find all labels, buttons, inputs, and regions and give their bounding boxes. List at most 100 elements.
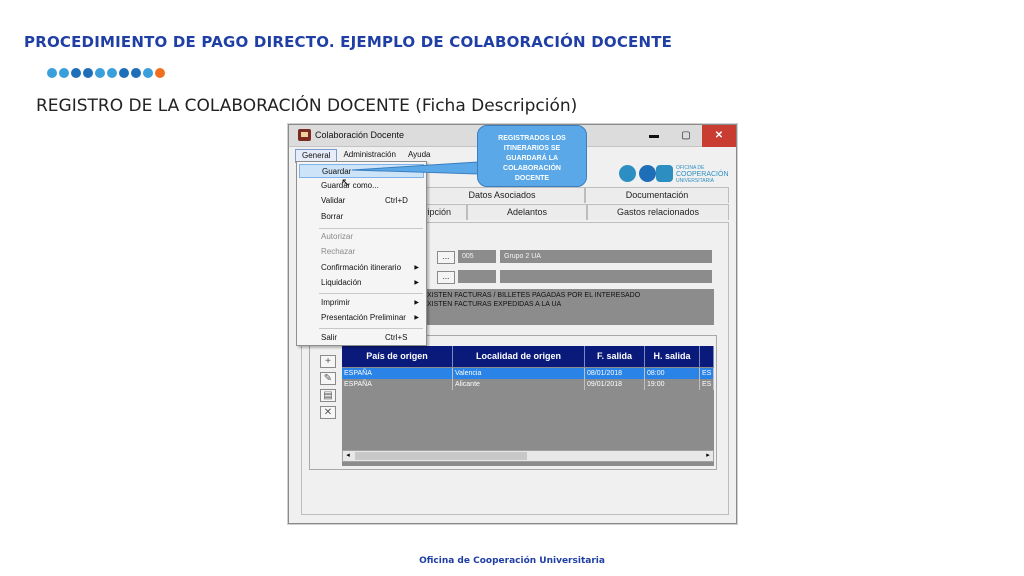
logo-text: OFICINA DE COOPERACIÓN UNIVERSITARIA [676, 165, 729, 184]
cell-fecha: 09/01/2018 [585, 379, 645, 390]
menu-item-rechazar: Rechazar [299, 245, 424, 259]
decorative-dot [83, 68, 93, 78]
col-fecha-salida[interactable]: F. salida [585, 346, 645, 367]
window-title: Colaboración Docente [315, 130, 405, 140]
code-field-2[interactable] [458, 270, 496, 283]
name-field-2[interactable] [500, 270, 712, 283]
col-localidad-origen[interactable]: Localidad de origen [453, 346, 585, 367]
cell-extra: ES [700, 379, 714, 390]
submenu-arrow-icon: ▶ [414, 280, 419, 286]
submenu-arrow-icon: ▶ [414, 300, 419, 306]
decorative-dot [155, 68, 165, 78]
cell-hora: 19:00 [645, 379, 700, 390]
maximize-button[interactable]: ▢ [670, 125, 702, 147]
tab-documentacion[interactable]: Documentación [585, 187, 729, 203]
menu-item-borrar[interactable]: Borrar [299, 210, 424, 224]
logo-line-2: COOPERACIÓN [676, 171, 729, 178]
decorative-dot [59, 68, 69, 78]
cell-localidad: Valencia [453, 368, 585, 379]
menu-item-label: Borrar [321, 212, 344, 221]
logo-shape-2 [639, 165, 656, 182]
mouse-cursor-icon: ↖ [341, 177, 351, 189]
decorative-dot [143, 68, 153, 78]
decorative-dots [47, 68, 165, 78]
menu-item-imprimir[interactable]: Imprimir ▶ [299, 296, 424, 310]
callout-line-1: REGISTRADOS LOS [498, 135, 566, 142]
tab-gastos-relacionados[interactable]: Gastos relacionados [587, 204, 729, 220]
menu-separator [319, 328, 423, 329]
callout-note: REGISTRADOS LOS ITINERARIOS SE GUARDARÁ … [477, 125, 587, 187]
menu-item-guardar-como[interactable]: Guardar como... [299, 179, 424, 193]
horizontal-scrollbar[interactable]: ◂ ▸ [342, 450, 714, 462]
menu-item-label: Validar [321, 196, 346, 205]
edit-icon[interactable]: ✎ [320, 372, 336, 385]
menu-item-salir[interactable]: Salir Ctrl+S [299, 331, 424, 345]
cell-localidad: Alicante [453, 379, 585, 390]
minimize-button[interactable]: ▬ [638, 125, 670, 147]
logo-shape-3 [656, 165, 673, 182]
group-name-field[interactable]: Grupo 2 UA [500, 250, 712, 263]
menu-item-guardar[interactable]: Guardar [299, 164, 424, 178]
logo-shape-1 [619, 165, 636, 182]
slide-subtitle: REGISTRO DE LA COLABORACIÓN DOCENTE (Fic… [36, 96, 578, 116]
add-icon[interactable]: + [320, 355, 336, 368]
cell-extra: ES [700, 368, 714, 379]
menu-item-presentacion-preliminar[interactable]: Presentación Preliminar ▶ [299, 311, 424, 325]
menu-item-label: Presentación Preliminar [321, 313, 406, 322]
decorative-dot [107, 68, 117, 78]
menu-item-label: Guardar [322, 167, 352, 176]
decorative-dot [95, 68, 105, 78]
footer-text: Oficina de Cooperación Universitaria [419, 556, 605, 566]
tab-adelantos[interactable]: Adelantos [467, 204, 587, 220]
group-code-field[interactable]: 005 [458, 250, 496, 263]
open-icon[interactable]: ▤ [320, 389, 336, 402]
cell-pais: ESPAÑA [342, 368, 453, 379]
menu-item-label: Imprimir [321, 298, 350, 307]
shortcut-salir: Ctrl+S [385, 333, 408, 342]
col-hora-salida[interactable]: H. salida [645, 346, 700, 367]
submenu-arrow-icon: ▶ [414, 315, 419, 321]
note-line-2: XISTEN FACTURAS EXPEDIDAS A LA UA [427, 301, 562, 308]
note-line-1: XISTEN FACTURAS / BILLETES PAGADAS POR E… [427, 292, 641, 299]
logo-line-3: UNIVERSITARIA [676, 178, 714, 184]
col-extra[interactable] [700, 346, 714, 367]
lookup-button-2[interactable]: ... [437, 271, 455, 284]
cell-pais: ESPAÑA [342, 379, 453, 390]
menu-item-autorizar: Autorizar [299, 230, 424, 244]
decorative-dot [71, 68, 81, 78]
menu-item-validar[interactable]: Validar Ctrl+D [299, 194, 424, 208]
col-pais-origen[interactable]: País de origen [342, 346, 453, 367]
app-icon [298, 129, 311, 141]
menu-item-liquidacion[interactable]: Liquidación ▶ [299, 276, 424, 290]
menu-separator [319, 228, 423, 229]
cell-hora: 08:00 [645, 368, 700, 379]
submenu-arrow-icon: ▶ [414, 265, 419, 271]
menu-item-label: Confirmación itinerario [321, 263, 402, 272]
callout-line-4: COLABORACIÓN [503, 165, 561, 172]
menu-item-label: Salir [321, 333, 338, 342]
decorative-dot [131, 68, 141, 78]
menu-item-label: Rechazar [321, 247, 356, 256]
lookup-button-1[interactable]: ... [437, 251, 455, 264]
cell-fecha: 08/01/2018 [585, 368, 645, 379]
callout-line-3: GUARDARÁ LA [505, 155, 559, 162]
scroll-right-icon[interactable]: ▸ [703, 451, 713, 461]
menu-item-confirmacion-itinerario[interactable]: Confirmación itinerario ▶ [299, 261, 424, 275]
tab-datos-asociados[interactable]: Datos Asociados [419, 187, 585, 203]
shortcut-validar: Ctrl+D [385, 196, 408, 205]
general-dropdown-menu: Guardar Guardar como... Validar Ctrl+D Bo… [296, 161, 427, 346]
menu-separator [319, 293, 423, 294]
ocu-logo: OFICINA DE COOPERACIÓN UNIVERSITARIA [619, 163, 729, 185]
decorative-dot [119, 68, 129, 78]
scroll-thumb[interactable] [355, 452, 527, 460]
menu-item-label: Liquidación [321, 278, 362, 287]
itinerary-table: País de origen Localidad de origen F. sa… [342, 346, 714, 466]
slide-title: PROCEDIMIENTO DE PAGO DIRECTO. EJEMPLO D… [24, 33, 673, 51]
scroll-left-icon[interactable]: ◂ [343, 451, 353, 461]
close-button[interactable]: ✕ [702, 125, 736, 147]
delete-icon[interactable]: ✕ [320, 406, 336, 419]
invoice-notes[interactable]: XISTEN FACTURAS / BILLETES PAGADAS POR E… [427, 289, 714, 325]
callout-line-5: DOCENTE [514, 175, 550, 182]
decorative-dot [47, 68, 57, 78]
menu-item-label: Autorizar [321, 232, 354, 241]
